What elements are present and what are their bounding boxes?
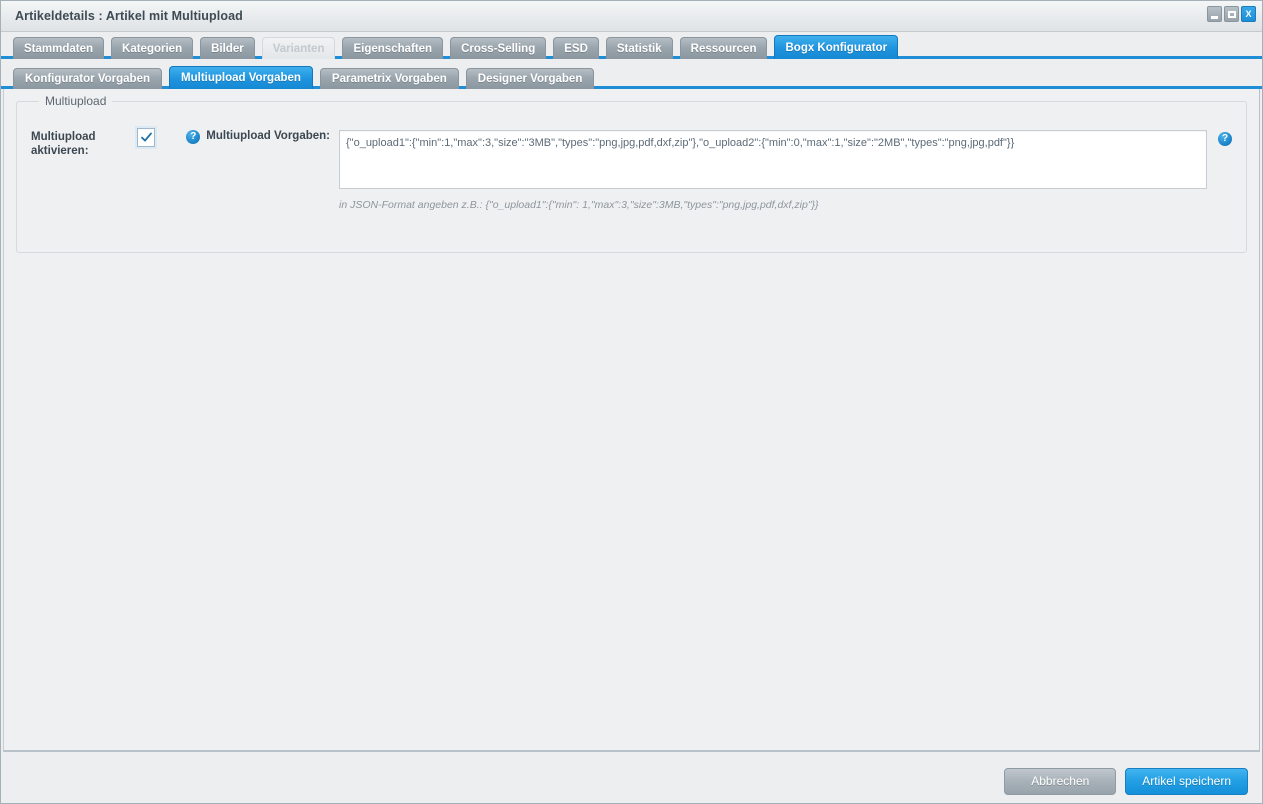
window-title: Artikeldetails : Artikel mit Multiupload	[15, 9, 243, 23]
window-controls: X	[1207, 6, 1256, 22]
checkmark-icon	[140, 132, 152, 142]
tab-bilder[interactable]: Bilder	[200, 37, 255, 59]
window-titlebar: Artikeldetails : Artikel mit Multiupload…	[1, 1, 1262, 32]
article-details-window: Artikeldetails : Artikel mit Multiupload…	[0, 0, 1263, 804]
maximize-button[interactable]	[1224, 6, 1239, 22]
tab-eigenschaften[interactable]: Eigenschaften	[342, 37, 444, 59]
help-icon[interactable]: ?	[186, 130, 201, 144]
subtab-konfigurator-vorgaben[interactable]: Konfigurator Vorgaben	[13, 68, 163, 89]
subtab-designer-vorgaben[interactable]: Designer Vorgaben	[465, 68, 595, 89]
tab-kategorien[interactable]: Kategorien	[111, 37, 194, 59]
multiupload-vorgaben-textarea[interactable]	[339, 130, 1207, 189]
save-article-button[interactable]: Artikel speichern	[1125, 767, 1248, 795]
help-icon-right[interactable]: ?	[1218, 132, 1232, 146]
close-button[interactable]: X	[1241, 6, 1256, 22]
tab-esd[interactable]: ESD	[553, 37, 599, 59]
multiupload-vorgaben-group: ? Multiupload Vorgaben: in JSON-Format a…	[186, 128, 1232, 211]
multiupload-fieldset: Multiupload Multiupload aktivieren: ? Mu…	[16, 94, 1247, 253]
subtab-parametrix-vorgaben[interactable]: Parametrix Vorgaben	[319, 68, 459, 89]
maximize-icon	[1227, 10, 1236, 18]
minimize-button[interactable]	[1207, 6, 1222, 22]
tab-statistik[interactable]: Statistik	[605, 37, 673, 59]
multiupload-activate-label: Multiupload aktivieren:	[31, 131, 96, 157]
tab-ressourcen[interactable]: Ressourcen	[679, 37, 768, 59]
tab-stammdaten[interactable]: Stammdaten	[13, 37, 105, 59]
footer-bar: Abbrechen Artikel speichern	[1, 759, 1262, 803]
subtab-multiupload-vorgaben[interactable]: Multiupload Vorgaben	[169, 66, 313, 89]
tab-cross-selling[interactable]: Cross-Selling	[450, 37, 547, 59]
fieldset-legend: Multiupload	[39, 94, 113, 108]
multiupload-form-row: Multiupload aktivieren: ? Multiupload Vo…	[31, 120, 1232, 211]
content-panel: Multiupload Multiupload aktivieren: ? Mu…	[3, 89, 1260, 752]
multiupload-vorgaben-field-wrap: in JSON-Format angeben z.B.: {"o_upload1…	[339, 130, 1207, 211]
multiupload-vorgaben-label: Multiupload Vorgaben:	[206, 130, 330, 142]
minimize-icon	[1211, 15, 1218, 19]
multiupload-vorgaben-hint: in JSON-Format angeben z.B.: {"o_upload1…	[339, 199, 819, 211]
multiupload-activate-checkbox[interactable]	[136, 128, 156, 147]
main-tabstrip: Stammdaten Kategorien Bilder Varianten E…	[1, 32, 1262, 59]
cancel-button[interactable]: Abbrechen	[1004, 767, 1117, 795]
sub-tabstrip: Konfigurator Vorgaben Multiupload Vorgab…	[1, 63, 1262, 89]
tab-varianten: Varianten	[261, 37, 336, 59]
tab-bogx-konfigurator[interactable]: Bogx Konfigurator	[774, 35, 899, 59]
